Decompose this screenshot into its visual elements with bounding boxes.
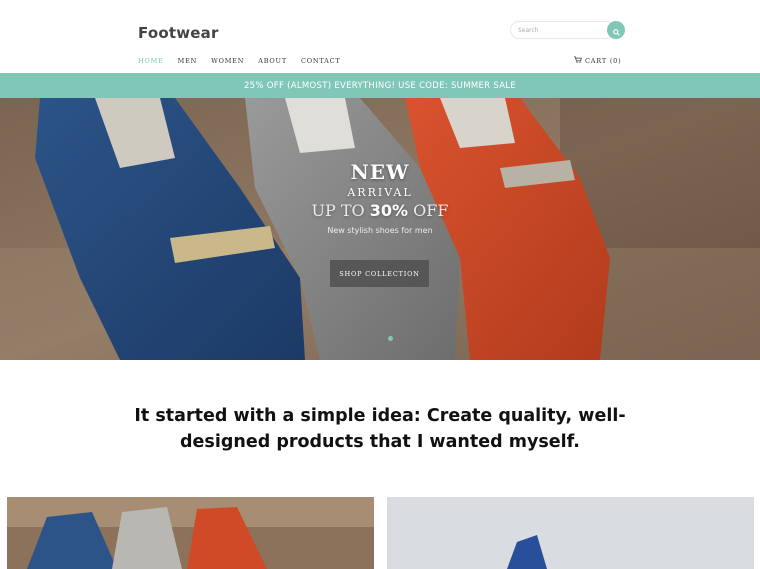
- tagline-heading: It started with a simple idea: Create qu…: [134, 406, 626, 452]
- product-photo-loafers: [7, 497, 374, 569]
- hero-caption: NEW ARRIVAL UP TO 30% OFF New stylish sh…: [280, 160, 480, 235]
- nav-item-men[interactable]: MEN: [178, 57, 198, 65]
- product-image-shoe[interactable]: [387, 497, 754, 569]
- promo-text: 25% OFF (ALMOST) EVERYTHING! USE CODE: S…: [243, 80, 517, 91]
- cart-icon: [574, 56, 582, 65]
- cart-link[interactable]: CART (0): [574, 56, 621, 65]
- hero-description: New stylish shoes for men: [327, 226, 433, 235]
- hero-offer-suffix: OFF: [413, 201, 449, 220]
- hero-offer: UP TO 30% OFF: [280, 201, 480, 220]
- hero-subtitle: ARRIVAL: [347, 186, 413, 199]
- nav-item-women[interactable]: WOMEN: [211, 57, 244, 65]
- main-nav: HOME MEN WOMEN ABOUT CONTACT: [138, 57, 355, 65]
- hero-title: NEW: [350, 160, 410, 184]
- slider-dot[interactable]: [388, 336, 393, 341]
- hero-offer-value: 30%: [369, 201, 409, 220]
- site-logo[interactable]: Footwear: [138, 24, 219, 42]
- search-input[interactable]: [510, 21, 615, 39]
- promo-banner: 25% OFF (ALMOST) EVERYTHING! USE CODE: S…: [0, 73, 760, 98]
- nav-item-home[interactable]: HOME: [138, 57, 164, 65]
- search-button[interactable]: [607, 21, 625, 39]
- search-box: [510, 21, 625, 39]
- hero-offer-prefix: UP TO: [311, 201, 365, 220]
- hero-slider: NEW ARRIVAL UP TO 30% OFF New stylish sh…: [0, 98, 760, 360]
- nav-item-contact[interactable]: CONTACT: [301, 57, 341, 65]
- cart-label: CART (0): [585, 56, 622, 65]
- shop-collection-button[interactable]: SHOP COLLECTION: [330, 260, 429, 287]
- nav-item-about[interactable]: ABOUT: [258, 57, 287, 65]
- site-header: Footwear HOME MEN WOMEN ABOUT CONTACT CA…: [0, 0, 760, 73]
- product-image-loafers[interactable]: [7, 497, 374, 569]
- search-icon: [612, 21, 620, 40]
- product-photo-shoe: [387, 497, 754, 569]
